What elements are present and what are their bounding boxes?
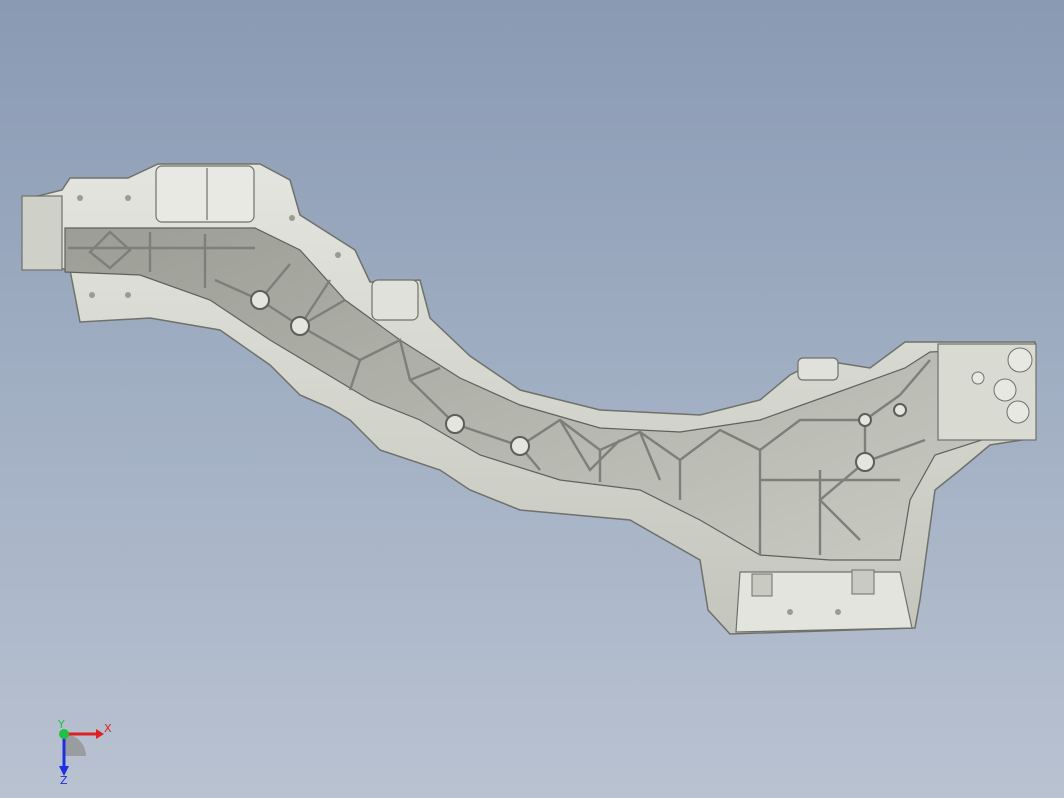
mid-boss	[371, 279, 419, 321]
z-axis-label: Z	[60, 774, 68, 786]
left-flange	[21, 195, 63, 271]
x-axis-label: X	[104, 722, 112, 735]
cad-viewport[interactable]: X Y Z	[0, 0, 1064, 798]
3d-model-render[interactable]	[0, 0, 1064, 798]
y-axis-label: Y	[57, 718, 65, 731]
right-boss	[797, 357, 839, 381]
top-boss-left	[155, 165, 255, 223]
axis-triad: X Y Z	[57, 718, 112, 786]
